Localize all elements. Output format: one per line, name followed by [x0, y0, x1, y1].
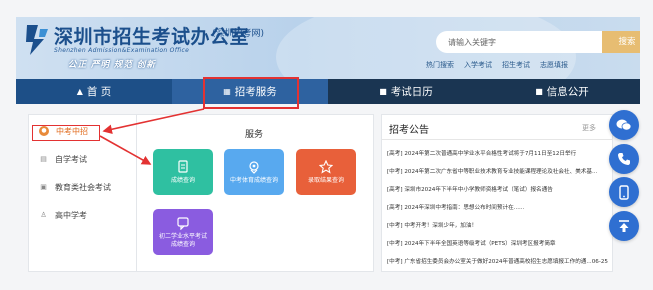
search-button[interactable]: 搜索 — [602, 31, 640, 53]
card-grade8-score-query[interactable]: 初二学业水平考试 成绩查询 — [153, 209, 213, 255]
list-item[interactable]: [高考] 深圳市2024年下半年中小学教师资格考试（笔试）报名通告 — [387, 181, 611, 199]
sidebar-item-education-exams[interactable]: ▣ 教育类社会考试 — [29, 173, 136, 201]
nav-calendar[interactable]: ■ 考试日历 — [328, 79, 484, 104]
phone-button[interactable] — [609, 144, 639, 174]
sidebar-highlight-box — [32, 125, 100, 141]
mobile-button[interactable] — [609, 177, 639, 207]
nav-highlight-box — [203, 77, 299, 109]
info-icon: ■ — [535, 87, 543, 96]
list-item[interactable]: [中考] 2024年下半年全国英语等级考试（PETS）深圳考区报考简章 — [387, 235, 611, 253]
card-label: 成绩查询 — [170, 176, 195, 184]
divider — [382, 139, 612, 140]
home-icon: ▲ — [76, 87, 83, 96]
card-label: 中考体育成绩查询 — [229, 176, 278, 184]
sidebar-item-label: 教育类社会考试 — [55, 182, 111, 192]
user-icon: ♙ — [40, 210, 47, 219]
logo-icon[interactable] — [24, 23, 50, 57]
location-icon — [249, 161, 259, 174]
wechat-button[interactable] — [609, 110, 639, 140]
wechat-icon — [616, 119, 632, 131]
list-item[interactable]: [中考] 2024年第二次广东省中等职业技术教育专业技能课程理论及社会社、美术基… — [387, 163, 611, 181]
site-subtitle: (深圳招考网) — [212, 29, 265, 39]
document-icon — [178, 160, 188, 173]
nav-info[interactable]: ■ 信息公开 — [484, 79, 640, 104]
back-to-top-button[interactable] — [609, 211, 639, 241]
quick-link-entrance[interactable]: 入学考试 — [464, 60, 492, 70]
nav-home-label: 首 页 — [86, 86, 112, 98]
quick-links: 热门搜索 入学考试 招生考试 志愿填报 — [426, 60, 568, 70]
list-item[interactable]: [中考] 中考开考！深圳少年，加油！ — [387, 217, 611, 235]
phone-icon — [618, 153, 630, 165]
card-pe-score-query[interactable]: 中考体育成绩查询 — [224, 149, 284, 195]
card-score-query[interactable]: 成绩查询 — [153, 149, 213, 195]
book-icon: ▤ — [40, 154, 47, 163]
card-label: 录取结果查询 — [307, 176, 344, 184]
nav-home[interactable]: ▲ 首 页 — [16, 79, 172, 104]
nav-calendar-label: 考试日历 — [390, 86, 433, 98]
search-input[interactable]: 请输入关键字 — [436, 31, 602, 53]
quick-link-hot[interactable]: 热门搜索 — [426, 60, 454, 70]
announcement-panel: 招考公告 更多 [高考] 2024年第二次普通高中学业水平合格性考试将于7月11… — [381, 114, 613, 272]
services-title: 服务 — [245, 130, 264, 140]
sidebar-item-label: 高中学考 — [55, 210, 87, 220]
list-item[interactable]: [高考] 2024年第二次普通高中学业水平合格性考试将于7月11日至12日举行 — [387, 145, 611, 163]
quick-link-volunteer[interactable]: 志愿填报 — [540, 60, 568, 70]
main-nav: ▲ 首 页 ▦ 招考服务 ■ 考试日历 ■ 信息公开 — [16, 79, 640, 104]
exam-icon: ▣ — [40, 182, 47, 191]
announcement-more-link[interactable]: 更多 — [582, 123, 596, 133]
quick-link-admission[interactable]: 招生考试 — [502, 60, 530, 70]
site-english-name: Shenzhen Admission&Examination Office — [54, 47, 190, 54]
sidebar-item-high-school[interactable]: ♙ 高中学考 — [29, 201, 136, 229]
star-icon — [319, 159, 333, 174]
sidebar-item-self-study[interactable]: ▤ 自学考试 — [29, 145, 136, 173]
card-label: 初二学业水平考试 成绩查询 — [158, 233, 207, 248]
card-admission-result[interactable]: 录取结果查询 — [296, 149, 356, 195]
site-slogan: 公正 严明 规范 创新 — [68, 60, 156, 70]
announcement-list: [高考] 2024年第二次普通高中学业水平合格性考试将于7月11日至12日举行 … — [387, 145, 611, 271]
sidebar-item-label: 自学考试 — [55, 154, 87, 164]
list-item[interactable]: [高考] 2024年深圳中考指南：思想公布时间预计在...... — [387, 199, 611, 217]
site-header: 深圳市招生考试办公室 Shenzhen Admission&Examinatio… — [16, 17, 640, 79]
calendar-icon: ■ — [379, 87, 387, 96]
back-to-top-icon — [619, 220, 629, 232]
mobile-icon — [619, 184, 629, 200]
announcement-title: 招考公告 — [389, 125, 429, 136]
nav-info-label: 信息公开 — [546, 86, 589, 98]
list-item[interactable]: [中考] 广东省招生委员会办公室关于做好2024年普通高校招生志愿填报工作的通.… — [387, 253, 611, 271]
chat-icon — [177, 217, 189, 230]
